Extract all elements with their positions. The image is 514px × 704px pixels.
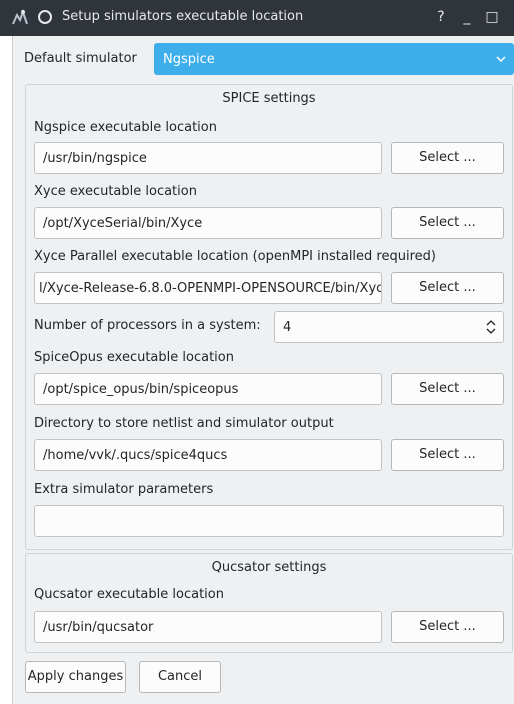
spiceopus-label: SpiceOpus executable location (34, 350, 234, 365)
xyce-parallel-path-input[interactable]: l/Xyce-Release-6.8.0-OPENMPI-OPENSOURCE/… (34, 272, 382, 304)
extra-parameters-label: Extra simulator parameters (34, 482, 214, 497)
minimize-button[interactable]: _ (458, 8, 476, 26)
processors-label: Number of processors in a system: (34, 318, 261, 333)
xyce-label: Xyce executable location (34, 184, 197, 199)
ngspice-path-input[interactable]: /usr/bin/ngspice (34, 142, 382, 174)
qucsator-label: Qucsator executable location (34, 587, 224, 602)
spiceopus-select-button[interactable]: Select ... (391, 373, 504, 405)
chevron-down-icon (496, 56, 506, 63)
ngspice-path-value: /usr/bin/ngspice (43, 151, 147, 166)
maximize-button[interactable]: □ (483, 8, 501, 26)
directory-path-value: /home/vvk/.qucs/spice4qucs (43, 448, 228, 463)
ngspice-select-button[interactable]: Select ... (391, 142, 504, 174)
qucsator-select-button[interactable]: Select ... (391, 611, 504, 643)
processors-spinbox[interactable]: 4 (274, 311, 504, 343)
processors-value: 4 (283, 320, 292, 335)
cancel-button[interactable]: Cancel (139, 661, 221, 693)
spin-arrows-icon[interactable] (485, 318, 497, 336)
xyce-parallel-path-value: l/Xyce-Release-6.8.0-OPENMPI-OPENSOURCE/… (39, 281, 382, 296)
directory-path-input[interactable]: /home/vvk/.qucs/spice4qucs (34, 439, 382, 471)
extra-parameters-input[interactable] (34, 505, 504, 537)
xyce-select-button[interactable]: Select ... (391, 207, 504, 239)
qucsator-path-input[interactable]: /usr/bin/qucsator (34, 611, 382, 643)
qucsator-settings-title: Qucsator settings (211, 560, 327, 575)
default-simulator-value: Ngspice (163, 52, 215, 67)
pin-icon[interactable] (38, 10, 52, 24)
window-title: Setup simulators executable location (62, 9, 304, 24)
ngspice-label: Ngspice executable location (34, 120, 217, 135)
spiceopus-path-input[interactable]: /opt/spice_opus/bin/spiceopus (34, 373, 382, 405)
xyce-parallel-select-button[interactable]: Select ... (391, 272, 504, 304)
help-button[interactable]: ? (432, 8, 450, 26)
qucsator-settings-group: Qucsator settings Qucsator executable lo… (25, 553, 513, 653)
directory-select-button[interactable]: Select ... (391, 439, 504, 471)
app-icon[interactable] (10, 9, 30, 27)
default-simulator-combo[interactable]: Ngspice (154, 43, 514, 75)
directory-label: Directory to store netlist and simulator… (34, 416, 334, 431)
qucsator-path-value: /usr/bin/qucsator (43, 620, 154, 635)
xyce-parallel-label: Xyce Parallel executable location (openM… (34, 249, 436, 264)
dialog-body: Default simulator Ngspice SPICE settings… (12, 36, 514, 704)
apply-changes-button[interactable]: Apply changes (25, 661, 126, 693)
default-simulator-label: Default simulator (24, 51, 137, 66)
spice-settings-group: SPICE settings Ngspice executable locati… (25, 84, 513, 550)
spiceopus-path-value: /opt/spice_opus/bin/spiceopus (43, 382, 239, 397)
title-bar: Setup simulators executable location ? _… (0, 0, 514, 36)
xyce-path-input[interactable]: /opt/XyceSerial/bin/Xyce (34, 207, 382, 239)
spice-settings-title: SPICE settings (222, 91, 316, 106)
xyce-path-value: /opt/XyceSerial/bin/Xyce (43, 216, 203, 231)
